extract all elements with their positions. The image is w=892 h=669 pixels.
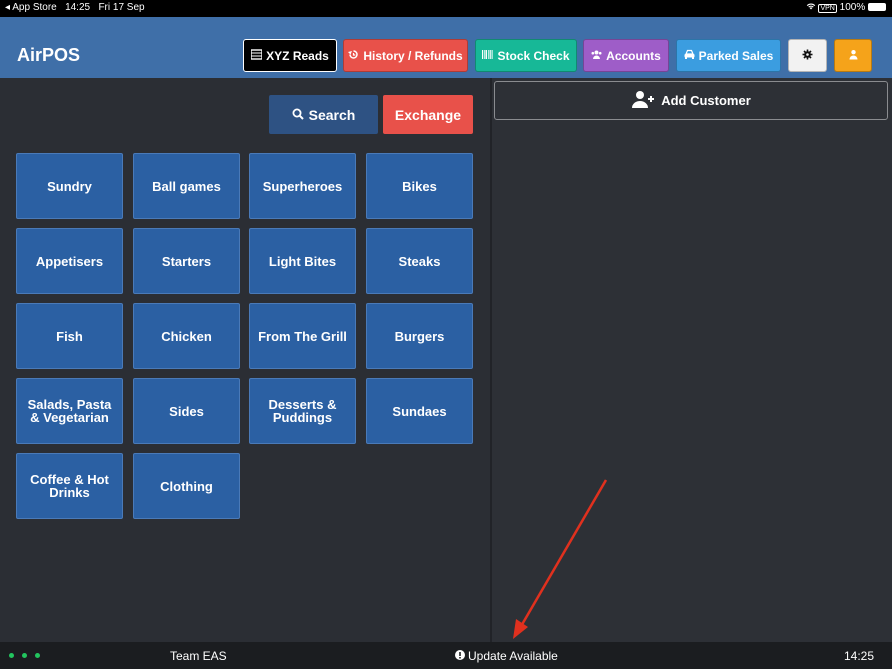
category-burgers[interactable]: Burgers bbox=[366, 303, 473, 369]
car-icon bbox=[684, 49, 695, 63]
history-refunds-label: History / Refunds bbox=[363, 48, 463, 63]
category-bikes[interactable]: Bikes bbox=[366, 153, 473, 219]
exchange-button[interactable]: Exchange bbox=[383, 95, 473, 134]
user-profile-button[interactable] bbox=[834, 39, 872, 72]
history-icon bbox=[348, 49, 359, 63]
category-salads-pasta-vegetarian[interactable]: Salads, Pasta & Vegetarian bbox=[16, 378, 123, 444]
category-sides[interactable]: Sides bbox=[133, 378, 240, 444]
user-icon bbox=[848, 49, 859, 63]
vpn-badge: VPN bbox=[818, 4, 837, 13]
search-icon bbox=[292, 107, 304, 123]
status-left: ◂ App Store 14:25 Fri 17 Sep bbox=[5, 2, 145, 13]
footer-clock: 14:25 bbox=[843, 649, 874, 663]
update-available-link[interactable]: Update Available bbox=[455, 649, 558, 663]
user-plus-icon bbox=[631, 90, 655, 111]
ios-status-bar: ◂ App Store 14:25 Fri 17 Sep VPN 100% bbox=[0, 0, 892, 17]
app-title: AirPOS bbox=[17, 45, 81, 65]
category-light-bites[interactable]: Light Bites bbox=[249, 228, 356, 294]
history-refunds-button[interactable]: History / Refunds bbox=[343, 39, 468, 72]
battery-icon bbox=[868, 3, 886, 11]
update-available-label: Update Available bbox=[468, 649, 558, 663]
category-ball-games[interactable]: Ball games bbox=[133, 153, 240, 219]
category-desserts-puddings[interactable]: Desserts & Puddings bbox=[249, 378, 356, 444]
users-icon bbox=[591, 49, 602, 63]
accounts-label: Accounts bbox=[606, 48, 661, 63]
stock-check-button[interactable]: Stock Check bbox=[475, 39, 577, 72]
search-button[interactable]: Search bbox=[269, 95, 378, 134]
barcode-icon bbox=[482, 49, 494, 63]
category-sundaes[interactable]: Sundaes bbox=[366, 378, 473, 444]
connection-dot-icon bbox=[9, 653, 14, 658]
category-starters[interactable]: Starters bbox=[133, 228, 240, 294]
xyz-reads-button[interactable]: XYZ Reads bbox=[243, 39, 337, 72]
xyz-reads-label: XYZ Reads bbox=[266, 48, 329, 63]
search-label: Search bbox=[308, 106, 356, 123]
status-time: 14:25 bbox=[65, 2, 91, 13]
app-header: AirPOS XYZ Reads History / Refunds Stock… bbox=[0, 17, 892, 78]
settings-button[interactable] bbox=[788, 39, 827, 72]
category-clothing[interactable]: Clothing bbox=[133, 453, 240, 519]
connection-dot-icon bbox=[35, 653, 40, 658]
team-name: Team EAS bbox=[170, 649, 227, 663]
stock-check-label: Stock Check bbox=[497, 48, 570, 63]
status-right: VPN 100% bbox=[806, 2, 886, 13]
footer-bar: Team EAS Update Available 14:25 bbox=[0, 642, 892, 669]
wifi-icon bbox=[806, 2, 819, 13]
status-date: Fri 17 Sep bbox=[98, 2, 145, 13]
category-appetisers[interactable]: Appetisers bbox=[16, 228, 123, 294]
parked-sales-label: Parked Sales bbox=[698, 48, 774, 63]
parked-sales-button[interactable]: Parked Sales bbox=[676, 39, 781, 72]
list-icon bbox=[250, 48, 263, 63]
category-chicken[interactable]: Chicken bbox=[133, 303, 240, 369]
category-coffee-hot-drinks[interactable]: Coffee & Hot Drinks bbox=[16, 453, 123, 519]
back-to-app-store[interactable]: ◂ App Store bbox=[5, 2, 57, 13]
connection-dot-icon bbox=[22, 653, 27, 658]
category-from-the-grill[interactable]: From The Grill bbox=[249, 303, 356, 369]
category-fish[interactable]: Fish bbox=[16, 303, 123, 369]
add-customer-label: Add Customer bbox=[661, 93, 751, 108]
add-customer-button[interactable]: Add Customer bbox=[494, 81, 888, 120]
category-sundry[interactable]: Sundry bbox=[16, 153, 123, 219]
category-steaks[interactable]: Steaks bbox=[366, 228, 473, 294]
accounts-button[interactable]: Accounts bbox=[583, 39, 669, 72]
exchange-label: Exchange bbox=[394, 106, 462, 123]
battery-percent: 100% bbox=[839, 2, 866, 13]
sale-panel bbox=[490, 78, 892, 642]
category-superheroes[interactable]: Superheroes bbox=[249, 153, 356, 219]
gear-icon bbox=[802, 49, 813, 63]
info-icon bbox=[455, 649, 465, 663]
